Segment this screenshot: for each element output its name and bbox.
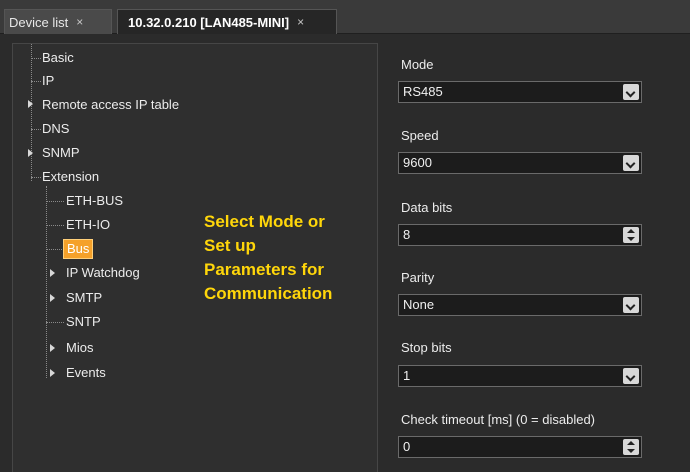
content-area: Basic IP Remote access IP table DNS SNMP… (0, 34, 690, 472)
close-icon[interactable]: × (297, 15, 304, 29)
spinner-icon[interactable] (623, 439, 639, 455)
expand-arrow-icon[interactable] (50, 344, 55, 352)
bus-settings-form: Mode RS485 Speed 9600 Data bits 8 Parity… (390, 34, 690, 472)
tree-line (46, 225, 64, 226)
data-bits-stepper[interactable]: 8 (398, 224, 642, 246)
tree-item-basic[interactable]: Basic (42, 50, 74, 66)
check-timeout-label: Check timeout [ms] (0 = disabled) (401, 412, 595, 427)
tree-line (31, 129, 41, 130)
annotation-line: Set up (204, 236, 256, 255)
expand-arrow-icon[interactable] (50, 269, 55, 277)
tree-item-events[interactable]: Events (66, 365, 106, 381)
chevron-down-icon[interactable] (623, 368, 639, 384)
expand-arrow-icon[interactable] (28, 100, 33, 108)
tab-label: 10.32.0.210 [LAN485-MINI] (128, 14, 290, 30)
annotation-line: Communication (204, 284, 333, 303)
tree-item-ip-watchdog[interactable]: IP Watchdog (66, 265, 140, 281)
tab-device[interactable]: 10.32.0.210 [LAN485-MINI] × (117, 9, 337, 34)
expand-arrow-icon[interactable] (50, 369, 55, 377)
tree-item-eth-io[interactable]: ETH-IO (66, 217, 110, 233)
tree-line (46, 186, 47, 378)
tree-item-sntp[interactable]: SNTP (66, 314, 101, 330)
parity-value: None (403, 297, 435, 312)
spinner-icon[interactable] (623, 227, 639, 243)
annotation-line: Parameters for (204, 260, 325, 279)
tree-item-snmp[interactable]: SNMP (42, 145, 80, 161)
mode-label: Mode (401, 57, 434, 72)
stop-bits-value: 1 (403, 368, 411, 383)
tab-bar: Device list × 10.32.0.210 [LAN485-MINI] … (0, 0, 690, 34)
chevron-down-icon[interactable] (623, 155, 639, 171)
tab-device-list[interactable]: Device list × (4, 9, 112, 34)
speed-select[interactable]: 9600 (398, 152, 642, 174)
parity-select[interactable]: None (398, 294, 642, 316)
stop-bits-label: Stop bits (401, 340, 452, 355)
tab-label: Device list (9, 14, 69, 30)
tree-item-eth-bus[interactable]: ETH-BUS (66, 193, 123, 209)
expand-arrow-icon[interactable] (50, 294, 55, 302)
stop-bits-select[interactable]: 1 (398, 365, 642, 387)
tree-item-remote-access[interactable]: Remote access IP table (42, 97, 179, 113)
check-timeout-stepper[interactable]: 0 (398, 436, 642, 458)
tree-line (31, 58, 41, 59)
tree-item-smtp[interactable]: SMTP (66, 290, 102, 306)
tree-line (46, 201, 64, 202)
tree-item-ip[interactable]: IP (42, 73, 54, 89)
tree-item-dns[interactable]: DNS (42, 121, 69, 137)
data-bits-label: Data bits (401, 200, 453, 215)
tree-line (31, 177, 41, 178)
tree-item-bus[interactable]: Bus (63, 239, 94, 259)
tree-item-extension[interactable]: Extension (42, 169, 99, 185)
chevron-down-icon[interactable] (623, 84, 639, 100)
expand-arrow-icon[interactable] (28, 149, 33, 157)
mode-value: RS485 (403, 84, 443, 99)
chevron-down-icon[interactable] (623, 297, 639, 313)
speed-value: 9600 (403, 155, 432, 170)
tree-line (46, 249, 62, 250)
tree-line (46, 322, 64, 323)
close-icon[interactable]: × (76, 15, 83, 29)
parity-label: Parity (401, 270, 435, 285)
tree-item-mios[interactable]: Mios (66, 340, 93, 356)
instruction-annotation: Select Mode or Set up Parameters for Com… (204, 210, 332, 306)
data-bits-value: 8 (403, 227, 411, 242)
annotation-line: Select Mode or (204, 212, 325, 231)
speed-label: Speed (401, 128, 439, 143)
mode-select[interactable]: RS485 (398, 81, 642, 103)
check-timeout-value: 0 (403, 439, 411, 454)
tree-line (31, 81, 41, 82)
tree-line (31, 44, 32, 181)
